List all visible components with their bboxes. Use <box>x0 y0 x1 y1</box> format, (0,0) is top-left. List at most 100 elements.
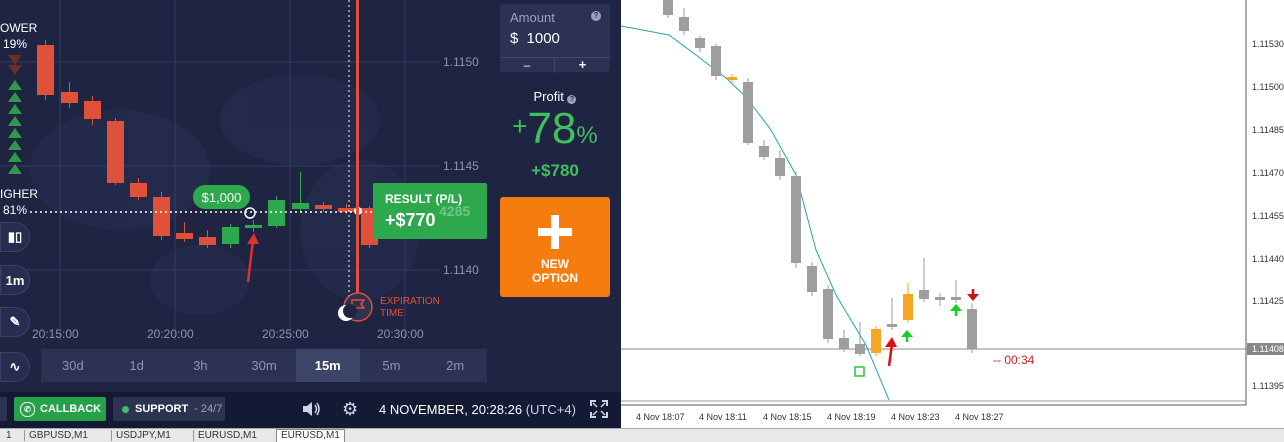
tab-stub[interactable]: 1 <box>2 430 16 441</box>
mt4-price-chart[interactable] <box>621 0 1284 428</box>
price-axis-label: 1.1145 <box>443 159 479 173</box>
result-panel: RESULT (P/L) +$770 4285 <box>373 183 487 239</box>
candle-type-button[interactable]: ▮▯ <box>0 222 30 252</box>
candle <box>823 289 833 339</box>
mt4-time-label: 4 Nov 18:23 <box>891 412 940 422</box>
candle <box>153 197 170 236</box>
tab-1d[interactable]: 1d <box>105 349 169 382</box>
candle <box>807 266 817 292</box>
tab-30d[interactable]: 30d <box>41 349 105 382</box>
callback-button[interactable]: ✆ CALLBACK <box>14 397 106 421</box>
time-axis-label: 20:30:00 <box>377 327 424 341</box>
profit-label: Profit <box>533 89 564 104</box>
square-marker-icon <box>854 366 865 377</box>
candle <box>695 38 705 48</box>
mt4-price-label: 1.11470 <box>1252 168 1284 178</box>
time-axis-label: 20:20:00 <box>147 327 194 341</box>
tab-usdjpy[interactable]: USDJPY,M1 <box>111 430 175 441</box>
tab-3h[interactable]: 3h <box>168 349 232 382</box>
current-price-label: 4285 <box>439 203 471 219</box>
mt4-time-label: 4 Nov 18:27 <box>955 412 1004 422</box>
gear-icon[interactable]: ⚙ <box>342 400 360 418</box>
candlestick-icon: ▮▯ <box>7 229 23 244</box>
lower-percent: 19% <box>3 37 28 51</box>
candle <box>919 290 929 299</box>
online-status-icon <box>122 405 129 413</box>
phone-icon: ✆ <box>20 401 35 417</box>
tab-eurusd[interactable]: EURUSD,M1 <box>193 430 261 441</box>
draw-tool-button[interactable]: ✎ <box>0 307 30 337</box>
red-arrow-marker <box>247 233 259 244</box>
profit-pct-value: 78 <box>527 104 577 153</box>
interval-button[interactable]: 1m <box>0 265 30 295</box>
green-up-arrow-icon <box>950 304 962 311</box>
help-icon[interactable]: ? <box>591 11 601 21</box>
candle <box>871 329 881 353</box>
candle <box>199 237 216 245</box>
time-axis-label: 20:15:00 <box>32 327 79 341</box>
mt4-time-label: 4 Nov 18:07 <box>636 412 685 422</box>
candle <box>268 200 285 226</box>
candle <box>663 0 673 15</box>
candle <box>775 158 785 176</box>
green-up-arrow-icon <box>901 330 913 337</box>
red-arrow-marker <box>885 337 897 347</box>
profit-pct-sign: % <box>576 122 598 149</box>
new-option-label: NEW OPTION <box>500 257 610 285</box>
mt4-time-label: 4 Nov 18:15 <box>763 412 812 422</box>
new-option-line1: NEW <box>541 257 569 271</box>
fullscreen-icon[interactable] <box>590 400 608 418</box>
mt4-price-label: 1.11485 <box>1252 125 1284 135</box>
datetime-display: 4 NOVEMBER, 20:28:26 (UTC+4) <box>379 402 576 417</box>
tab-2m[interactable]: 2m <box>423 349 487 382</box>
support-button[interactable]: SUPPORT - 24/7 <box>113 397 225 421</box>
mt4-price-label: 1.11500 <box>1252 82 1284 92</box>
pencil-icon: ✎ <box>9 314 21 329</box>
tab-5m[interactable]: 5m <box>360 349 424 382</box>
mt4-chart-window[interactable]: -- 00:34 <box>621 0 1284 428</box>
support-hours: - 24/7 <box>194 403 223 415</box>
mt4-price-label: 1.11440 <box>1252 254 1284 264</box>
candle <box>855 344 865 354</box>
trade-amount-bubble: $1,000 <box>193 185 250 209</box>
new-option-button[interactable]: NEW OPTION <box>500 197 610 297</box>
candle <box>839 338 849 349</box>
red-down-arrow-icon <box>967 294 979 301</box>
wave-icon: ∿ <box>9 359 21 374</box>
amount-input[interactable]: $ 1000 <box>510 30 560 47</box>
candle <box>37 45 54 95</box>
timezone-value: (UTC+4) <box>525 402 576 417</box>
candle <box>951 297 961 300</box>
price-axis-label: 1.1150 <box>443 55 479 69</box>
candle <box>292 203 309 209</box>
candle <box>222 227 239 244</box>
expiration-line1: EXPIRATION <box>380 296 440 307</box>
amount-label: Amount <box>510 10 555 25</box>
datetime-value: 4 NOVEMBER, 20:28:26 <box>379 402 523 417</box>
help-icon[interactable]: ? <box>567 95 577 104</box>
candle <box>679 17 689 31</box>
candle <box>176 233 193 239</box>
candle <box>245 225 262 228</box>
result-value: +$770 <box>385 210 436 230</box>
amount-value: 1000 <box>526 30 560 47</box>
candle <box>903 294 913 320</box>
indicators-button[interactable]: ∿ <box>0 352 30 382</box>
tab-gbpusd[interactable]: GBPUSD,M1 <box>24 430 92 441</box>
tab-15m[interactable]: 15m <box>295 349 360 382</box>
amount-decrease-button[interactable]: – <box>500 57 555 73</box>
amount-increase-button[interactable]: + <box>555 57 610 73</box>
sound-icon[interactable] <box>301 400 321 418</box>
plus-icon <box>538 215 572 249</box>
tab-eurusd-active[interactable]: EURUSD,M1 <box>276 429 345 442</box>
menu-stub[interactable] <box>0 397 7 421</box>
tab-30m[interactable]: 30m <box>232 349 296 382</box>
lower-label: OWER <box>0 21 38 35</box>
candle <box>759 146 769 157</box>
higher-percent: 81% <box>3 203 28 217</box>
candle <box>130 183 147 197</box>
higher-arrows <box>8 80 22 174</box>
mt4-time-label: 4 Nov 18:19 <box>827 412 876 422</box>
new-option-line2: OPTION <box>531 271 578 285</box>
candle <box>315 205 332 209</box>
